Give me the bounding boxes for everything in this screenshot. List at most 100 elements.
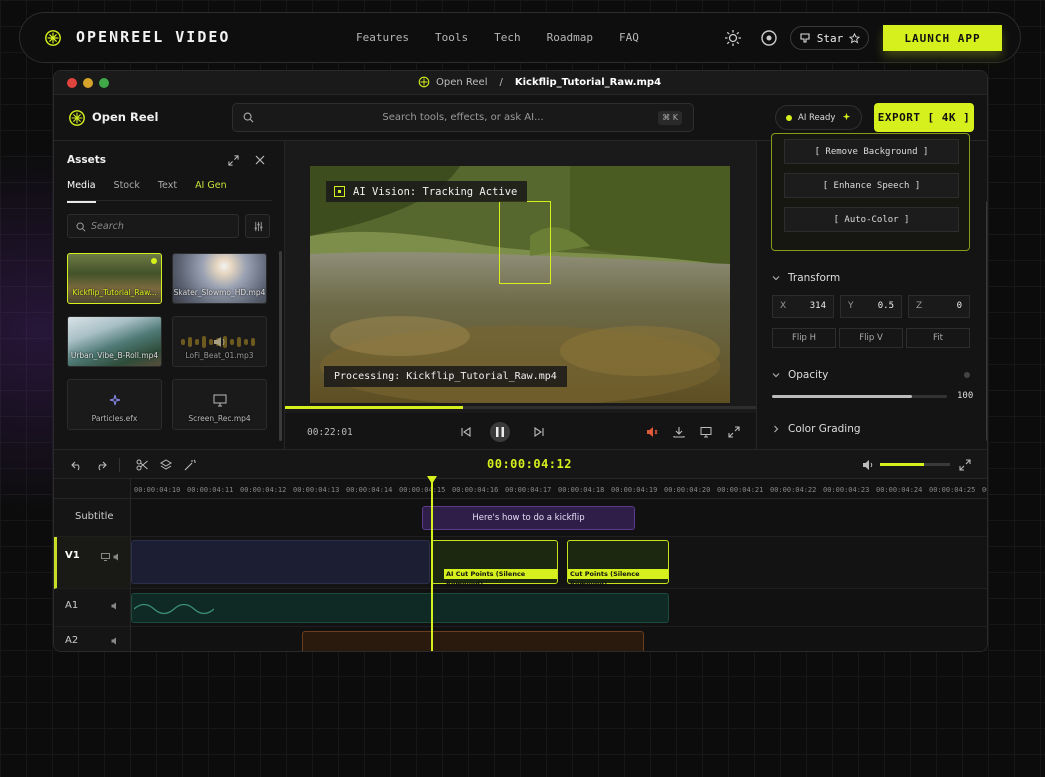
- monitor-icon: [213, 394, 227, 407]
- filter-button[interactable]: [245, 214, 270, 238]
- brand-name: OPENREEL VIDEO: [76, 28, 231, 46]
- scissors-icon[interactable]: [136, 459, 148, 471]
- top-nav: OPENREEL VIDEO Features Tools Tech Roadm…: [19, 12, 1021, 63]
- asset-thumb-particles[interactable]: Particles.efx: [67, 379, 162, 430]
- undo-icon[interactable]: [71, 459, 83, 471]
- scrollbar[interactable]: [279, 251, 282, 441]
- subtitle-clip[interactable]: Here's how to do a kickflip: [422, 506, 635, 530]
- transform-y-field[interactable]: Y 0.5: [840, 295, 902, 318]
- current-timecode: 00:22:01: [307, 427, 353, 438]
- track-header-a1[interactable]: A1: [54, 589, 131, 627]
- flip-h-button[interactable]: Flip H: [772, 328, 836, 348]
- video-clip[interactable]: [131, 540, 430, 584]
- nav-link-tech[interactable]: Tech: [494, 31, 521, 44]
- volume-muted-icon[interactable]: [646, 426, 658, 438]
- sun-icon[interactable]: [724, 29, 742, 47]
- opacity-header[interactable]: Opacity: [772, 369, 828, 381]
- transform-x-field[interactable]: X 314: [772, 295, 834, 318]
- transform-z-field[interactable]: Z0: [908, 295, 970, 318]
- asset-thumb-lofi[interactable]: LoFi_Beat_01.mp3: [172, 316, 267, 367]
- asset-thumb-kickflip[interactable]: Kickflip_Tutorial_Raw...: [67, 253, 162, 304]
- flip-v-button[interactable]: Flip V: [839, 328, 903, 348]
- monitor-icon[interactable]: [700, 426, 712, 438]
- transform-header[interactable]: Transform: [772, 272, 840, 284]
- layers-icon[interactable]: [160, 459, 172, 471]
- github-circle-icon[interactable]: [760, 29, 778, 47]
- ruler-tick: 00:00:04:25: [929, 486, 976, 494]
- ruler-corner: [54, 479, 131, 499]
- nav-links: Features Tools Tech Roadmap FAQ: [356, 31, 665, 44]
- ai-cut-clip[interactable]: AI Cut Points (Silence Removed): [431, 540, 558, 588]
- keyframe-dot[interactable]: [964, 372, 970, 378]
- axis-value: 314: [809, 301, 826, 311]
- star-label: Star: [816, 31, 844, 45]
- nav-link-roadmap[interactable]: Roadmap: [547, 31, 593, 44]
- export-button[interactable]: EXPORT [ 4K ]: [874, 103, 974, 132]
- maximize-dot[interactable]: [99, 78, 109, 88]
- fit-button[interactable]: Fit: [906, 328, 970, 348]
- redo-icon[interactable]: [95, 459, 107, 471]
- fullscreen-icon[interactable]: [728, 426, 740, 438]
- ruler-tick: 00:00:04:23: [823, 486, 870, 494]
- speaker-icon[interactable]: [113, 553, 121, 561]
- skip-back-icon[interactable]: [460, 426, 472, 438]
- audio-clip-a1[interactable]: [131, 593, 669, 623]
- nav-link-tools[interactable]: Tools: [435, 31, 468, 44]
- color-grading-title: Color Grading: [788, 423, 861, 435]
- color-grading-header[interactable]: Color Grading: [772, 423, 861, 435]
- command-search-input[interactable]: Search tools, effects, or ask AI... ⌘ K: [232, 103, 694, 132]
- auto-color-button[interactable]: [ Auto-Color ]: [784, 207, 959, 232]
- scrollbar[interactable]: [986, 201, 987, 441]
- launch-app-button[interactable]: LAUNCH APP: [883, 25, 1002, 51]
- tab-divider: [67, 200, 272, 201]
- ai-status-badge[interactable]: AI Ready: [775, 105, 862, 130]
- volume-icon[interactable]: [862, 459, 874, 471]
- asset-thumb-screen[interactable]: Screen_Rec.mp4: [172, 379, 267, 430]
- nav-link-faq[interactable]: FAQ: [619, 31, 639, 44]
- opacity-slider[interactable]: [772, 395, 947, 398]
- track-header-subtitle[interactable]: Subtitle: [54, 499, 131, 537]
- speaker-icon[interactable]: [111, 602, 119, 610]
- breadcrumb-app: Open Reel: [436, 76, 488, 88]
- track-header-a2[interactable]: A2: [54, 627, 131, 651]
- monitor-icon[interactable]: [101, 553, 110, 561]
- preview-panel: AI Vision: Tracking Active Processing: K…: [285, 141, 756, 449]
- volume-slider[interactable]: [880, 463, 950, 466]
- track-header-v1[interactable]: V1: [54, 537, 131, 589]
- asset-name: LoFi_Beat_01.mp3: [185, 351, 254, 360]
- opacity-title: Opacity: [788, 369, 829, 381]
- close-icon[interactable]: [255, 155, 265, 165]
- magic-wand-icon[interactable]: [184, 459, 196, 471]
- playhead[interactable]: [427, 476, 437, 651]
- audio-clip-a2[interactable]: [302, 631, 644, 651]
- expand-icon[interactable]: [959, 459, 971, 471]
- close-dot[interactable]: [67, 78, 77, 88]
- skip-forward-icon[interactable]: [533, 426, 545, 438]
- ruler-tick: 00:00:04:22: [770, 486, 817, 494]
- minimize-dot[interactable]: [83, 78, 93, 88]
- ruler-tick: 00:00:04:19: [611, 486, 658, 494]
- tracking-box: [499, 201, 551, 284]
- speaker-icon[interactable]: [111, 637, 119, 645]
- app-name: Open Reel: [92, 110, 159, 124]
- asset-thumb-skater[interactable]: Skater_Slowmo_HD.mp4: [172, 253, 267, 304]
- video-frame[interactable]: AI Vision: Tracking Active Processing: K…: [310, 166, 730, 403]
- search-icon: [76, 222, 86, 232]
- expand-icon[interactable]: [228, 155, 239, 166]
- asset-search-input[interactable]: Search: [67, 214, 239, 238]
- cut-points-clip[interactable]: Cut Points (Silence Removed): [567, 540, 669, 588]
- ruler-tick: 00:00:04:13: [293, 486, 340, 494]
- sparkles-icon: [109, 394, 121, 406]
- star-button[interactable]: Star: [790, 26, 869, 50]
- asset-thumb-urban[interactable]: Urban_Vibe_B-Roll.mp4: [67, 316, 162, 367]
- divider: [119, 458, 120, 472]
- pause-button[interactable]: [490, 422, 510, 442]
- playback-progress[interactable]: [285, 406, 756, 409]
- nav-link-features[interactable]: Features: [356, 31, 409, 44]
- clip-label: AI Cut Points (Silence Removed): [444, 569, 557, 588]
- enhance-speech-button[interactable]: [ Enhance Speech ]: [784, 173, 959, 198]
- download-icon[interactable]: [673, 426, 685, 438]
- remove-background-button[interactable]: [ Remove Background ]: [784, 139, 959, 164]
- timeline-ruler[interactable]: 00:00:04:10 00:00:04:11 00:00:04:12 00:00:0…: [131, 479, 987, 499]
- asset-search-placeholder: Search: [91, 221, 124, 232]
